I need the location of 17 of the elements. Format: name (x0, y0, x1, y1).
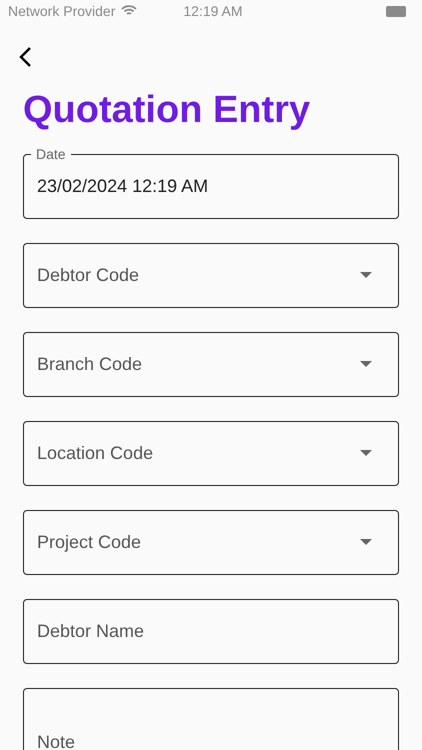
note-field[interactable]: Note (23, 688, 399, 750)
back-icon (18, 46, 32, 68)
page-title: Quotation Entry (23, 90, 312, 132)
caret-icon (360, 272, 372, 278)
battery-icon (386, 6, 408, 16)
caret-icon (360, 361, 372, 368)
dropdown-field[interactable]: Location Code (23, 420, 399, 486)
input-field[interactable]: Debtor Name (23, 598, 399, 664)
status-time: 12:19 AM (183, 3, 243, 19)
dropdown-field[interactable]: Project Code (23, 510, 399, 575)
dropdown-field[interactable]: Debtor Code (23, 242, 399, 308)
dropdown-field[interactable]: Branch Code (23, 332, 399, 397)
caret-icon (360, 450, 372, 456)
caret-icon (360, 539, 372, 546)
field-value: 23/02/2024 12:19 AM (37, 176, 208, 197)
carrier-name: Network Provider (8, 3, 116, 19)
wifi-icon (121, 5, 138, 17)
